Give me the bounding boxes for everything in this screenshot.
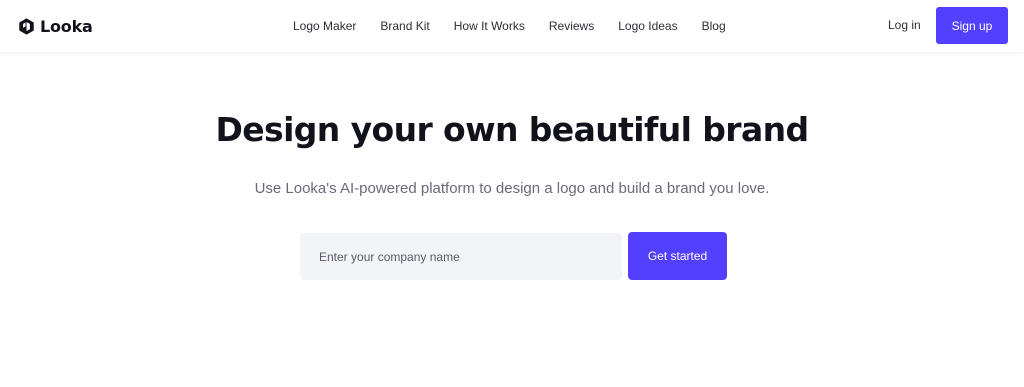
nav-how-it-works[interactable]: How It Works	[454, 19, 525, 33]
looka-logo-icon	[19, 17, 34, 35]
nav-blog[interactable]: Blog	[702, 19, 726, 33]
brand-name: Looka	[40, 16, 93, 36]
nav-reviews[interactable]: Reviews	[549, 19, 594, 33]
main-nav: Logo Maker Brand Kit How It Works Review…	[293, 17, 726, 35]
nav-logo-maker[interactable]: Logo Maker	[293, 19, 356, 33]
hero-subtitle: Use Looka's AI-powered platform to desig…	[254, 180, 770, 197]
login-link[interactable]: Log in	[888, 18, 921, 32]
nav-brand-kit[interactable]: Brand Kit	[380, 19, 429, 33]
signup-button[interactable]: Sign up	[936, 7, 1008, 44]
hero-title: Design your own beautiful brand	[215, 110, 809, 149]
site-header: Looka Logo Maker Brand Kit How It Works …	[0, 0, 1024, 52]
get-started-button[interactable]: Get started	[628, 232, 727, 280]
company-name-input[interactable]	[300, 233, 622, 280]
brand-home-link[interactable]: Looka	[17, 14, 93, 38]
nav-logo-ideas[interactable]: Logo Ideas	[618, 19, 677, 33]
